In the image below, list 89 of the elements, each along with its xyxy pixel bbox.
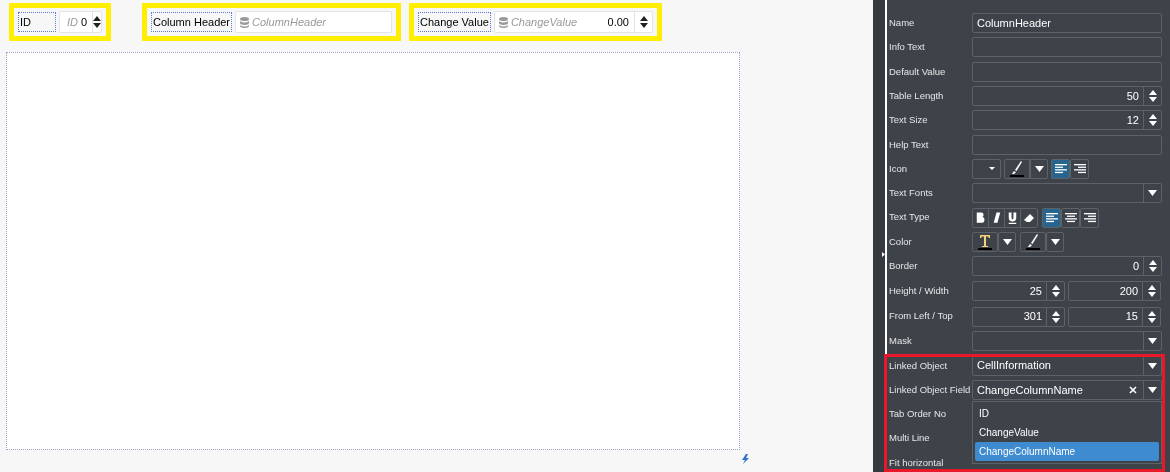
spinner-arrows-icon — [1148, 260, 1157, 273]
number-field[interactable]: 301 — [972, 306, 1065, 327]
text-color-icon — [978, 233, 992, 250]
text-field[interactable] — [972, 61, 1162, 82]
caret-icon — [1148, 387, 1157, 393]
number-field[interactable]: 0 — [972, 256, 1162, 277]
property-label: From Left / Top — [889, 309, 954, 324]
dropdown-button[interactable] — [1046, 231, 1064, 252]
property-label: Fit horizontal — [889, 455, 945, 470]
brush-icon — [1010, 160, 1024, 177]
caret-icon — [989, 167, 995, 171]
property-label: Linked Object — [889, 358, 949, 373]
caret-icon — [1148, 362, 1157, 369]
property-label: Color — [889, 234, 913, 249]
dropdown-button[interactable] — [1030, 158, 1048, 179]
combo-field[interactable]: ChangeColumnName — [972, 380, 1162, 400]
select-field[interactable] — [972, 183, 1162, 204]
property-label: Text Size — [889, 113, 929, 128]
spinner-arrows-icon — [639, 16, 648, 28]
database-icon — [498, 16, 508, 28]
number-field[interactable]: 15 — [1068, 306, 1161, 327]
align-button[interactable] — [1061, 207, 1080, 228]
align-button[interactable] — [1051, 158, 1070, 179]
dropdown-option[interactable]: ID — [975, 404, 1159, 423]
fill-color-button[interactable] — [1020, 231, 1046, 252]
brush-button[interactable] — [1004, 158, 1030, 179]
text-color-button[interactable] — [972, 231, 998, 252]
field-label: ID — [18, 12, 56, 32]
number-field[interactable]: 12 — [972, 110, 1162, 131]
spinner-arrows-icon — [1148, 90, 1157, 103]
dropdown-button[interactable] — [998, 231, 1016, 252]
placeholder-text: ChangeValue — [510, 14, 578, 30]
number-field[interactable]: 50 — [972, 86, 1162, 107]
field-label: Column Header — [151, 12, 233, 32]
property-label: Icon — [889, 161, 908, 176]
spinner-arrows-icon — [1148, 114, 1157, 127]
property-label: Text Fonts — [889, 186, 934, 201]
spinner-arrows-icon — [1147, 310, 1156, 323]
align-left-icon — [1045, 212, 1058, 223]
spinner-arrows-icon — [1051, 285, 1060, 297]
caret-icon — [1050, 238, 1060, 245]
input-field[interactable]: ID 0 — [59, 11, 102, 33]
text-field[interactable]: ColumnHeader — [972, 13, 1162, 34]
caret-icon — [1002, 238, 1012, 245]
field-label: Change Value — [418, 12, 491, 32]
align-button[interactable] — [1042, 207, 1061, 228]
align-left-icon — [1054, 163, 1067, 174]
placeholder-text: ID — [67, 14, 78, 30]
spinner-arrows-icon — [1051, 310, 1060, 323]
align-center-icon — [1064, 212, 1077, 223]
property-label: Table Length — [889, 88, 945, 103]
property-label: Default Value — [889, 64, 947, 79]
caret-icon — [1148, 190, 1157, 197]
brush-icon — [1026, 233, 1040, 250]
property-label: Text Type — [889, 210, 931, 225]
spinner-button[interactable] — [92, 12, 102, 32]
property-label: Tab Order No — [889, 407, 948, 422]
property-label: Mask — [889, 334, 913, 349]
value-text: 0.00 — [607, 14, 630, 30]
align-button[interactable] — [1070, 158, 1089, 179]
property-label: Border — [889, 259, 919, 273]
property-label: Linked Object Field — [889, 382, 972, 397]
property-label: Info Text — [889, 40, 926, 55]
spinner-arrows-icon — [1147, 285, 1156, 297]
align-right-icon — [1073, 163, 1086, 174]
property-label: Name — [889, 16, 916, 30]
spinner-arrows-icon — [93, 16, 102, 28]
select-field[interactable] — [972, 331, 1162, 352]
caret-icon — [1148, 338, 1157, 345]
number-field[interactable]: 200 — [1068, 281, 1161, 301]
align-button[interactable] — [1080, 207, 1099, 228]
database-icon — [240, 16, 250, 28]
select-field[interactable]: CellInformation — [972, 355, 1162, 376]
dropdown-option[interactable]: ChangeValue — [975, 423, 1159, 442]
property-label: Multi Line — [889, 431, 931, 446]
placeholder-text: ColumnHeader — [252, 14, 327, 30]
clear-icon[interactable] — [1129, 386, 1137, 394]
number-field[interactable]: 25 — [972, 281, 1065, 301]
input-field[interactable]: ChangeValue 0.00 — [493, 11, 653, 33]
text-field[interactable] — [972, 37, 1162, 58]
text-field[interactable] — [972, 134, 1162, 155]
value-text: 0 — [81, 14, 89, 30]
property-label: Help Text — [889, 137, 930, 152]
expand-arrow-icon[interactable] — [882, 251, 885, 257]
caret-icon — [1034, 165, 1044, 172]
align-right-icon — [1083, 212, 1096, 223]
dropdown-option[interactable]: ChangeColumnName — [975, 442, 1159, 461]
lightning-icon[interactable] — [741, 454, 749, 464]
property-label: Height / Width — [889, 283, 950, 298]
